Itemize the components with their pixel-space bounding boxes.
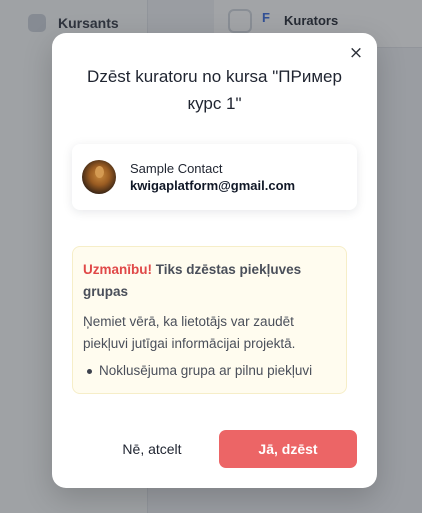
alert-body: Ņemiet vērā, ka lietotājs var zaudēt pie… bbox=[83, 314, 296, 351]
alert-heading: Uzmanību! Tiks dzēstas piekļuves grupas bbox=[83, 259, 334, 303]
contact-card: Sample Contact kwigaplatform@gmail.com bbox=[72, 144, 357, 210]
close-icon[interactable]: × bbox=[346, 43, 366, 63]
warning-label: Uzmanību! bbox=[83, 262, 152, 277]
contact-name: Sample Contact bbox=[130, 161, 223, 176]
contact-email: kwigaplatform@gmail.com bbox=[130, 178, 296, 193]
avatar bbox=[82, 160, 116, 194]
delete-curator-dialog: × Dzēst kuratoru no kursa "ПРимер курс 1… bbox=[52, 33, 377, 488]
access-group-list: Noklusējuma grupa ar pilnu piekļuvi bbox=[83, 360, 334, 382]
dialog-title: Dzēst kuratoru no kursa "ПРимер курс 1" bbox=[87, 67, 342, 113]
warning-alert: Uzmanību! Tiks dzēstas piekļuves grupas … bbox=[72, 246, 347, 394]
cancel-button[interactable]: Nē, atcelt bbox=[92, 430, 212, 468]
list-item: Noklusējuma grupa ar pilnu piekļuvi bbox=[87, 360, 334, 382]
contact-info: Sample Contact kwigaplatform@gmail.com bbox=[130, 160, 295, 194]
confirm-delete-button[interactable]: Jā, dzēst bbox=[219, 430, 357, 468]
